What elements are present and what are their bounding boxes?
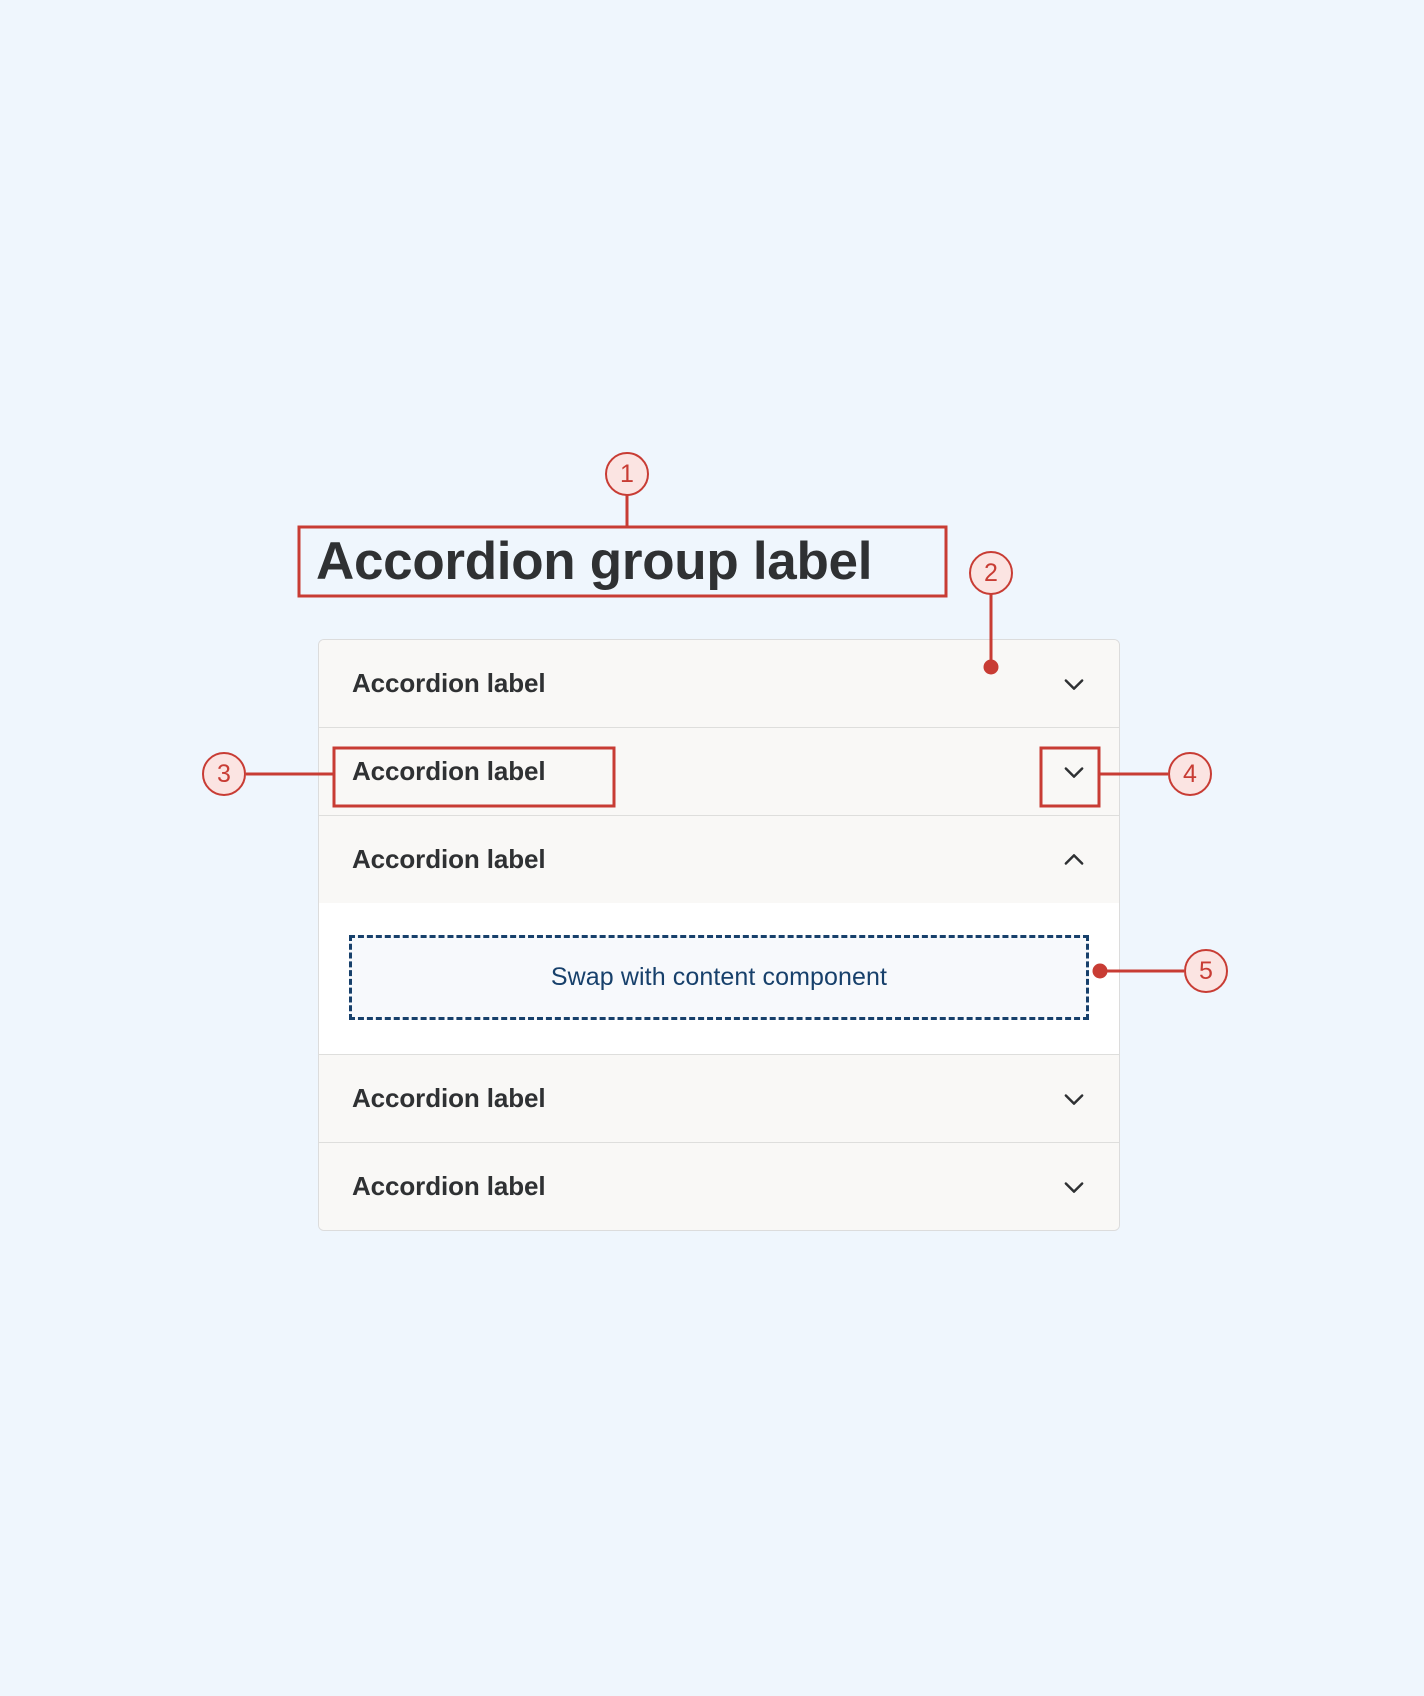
accordion-item: Accordion label xyxy=(319,728,1119,816)
annotation-marker-4[interactable]: 4 xyxy=(1168,752,1212,796)
accordion-item: Accordion label xyxy=(319,1055,1119,1143)
annotation-marker-2[interactable]: 2 xyxy=(969,551,1013,595)
accordion-item-label: Accordion label xyxy=(352,668,546,698)
annotation-marker-3-number: 3 xyxy=(217,759,231,788)
accordion-header[interactable]: Accordion label xyxy=(319,1055,1119,1142)
accordion-header[interactable]: Accordion label xyxy=(319,640,1119,727)
accordion-header[interactable]: Accordion label xyxy=(319,816,1119,903)
accordion-item-label: Accordion label xyxy=(352,1171,546,1201)
accordion-item: Accordion label xyxy=(319,1143,1119,1230)
accordion-item-label: Accordion label xyxy=(352,756,546,786)
accordion-item-label: Accordion label xyxy=(352,1083,546,1113)
annotation-marker-3[interactable]: 3 xyxy=(202,752,246,796)
chevron-down-icon[interactable] xyxy=(1059,669,1089,699)
accordion-header[interactable]: Accordion label xyxy=(319,728,1119,815)
accordion-item-expanded: Accordion label Swap with content compon… xyxy=(319,816,1119,1055)
accordion-group: Accordion label Accordion label Accordio… xyxy=(318,639,1120,1231)
chevron-down-icon[interactable] xyxy=(1059,1172,1089,1202)
annotation-marker-1[interactable]: 1 xyxy=(605,452,649,496)
accordion-group-label-container: Accordion group label xyxy=(298,526,946,596)
annotation-marker-1-number: 1 xyxy=(620,459,634,488)
accordion-item: Accordion label xyxy=(319,640,1119,728)
chevron-up-icon[interactable] xyxy=(1059,845,1089,875)
accordion-item-label: Accordion label xyxy=(352,844,546,874)
page-canvas: Accordion group label Accordion label Ac… xyxy=(0,0,1424,1696)
accordion-header[interactable]: Accordion label xyxy=(319,1143,1119,1230)
chevron-down-icon[interactable] xyxy=(1059,757,1089,787)
accordion-content-area: Swap with content component xyxy=(319,903,1119,1054)
annotation-marker-5-number: 5 xyxy=(1199,956,1213,985)
annotation-marker-5[interactable]: 5 xyxy=(1184,949,1228,993)
annotation-marker-4-number: 4 xyxy=(1183,759,1197,788)
accordion-group-label: Accordion group label xyxy=(316,531,873,591)
content-component-placeholder[interactable]: Swap with content component xyxy=(349,935,1089,1020)
annotation-marker-2-number: 2 xyxy=(984,558,998,587)
chevron-down-icon[interactable] xyxy=(1059,1084,1089,1114)
content-component-placeholder-label: Swap with content component xyxy=(550,963,888,991)
